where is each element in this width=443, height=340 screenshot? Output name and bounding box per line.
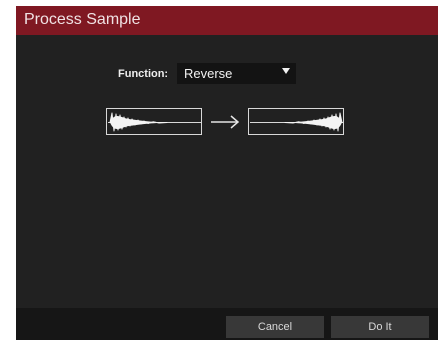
cancel-button[interactable]: Cancel <box>226 316 324 338</box>
function-select-value: Reverse <box>184 66 233 81</box>
process-sample-dialog: Process Sample Function: Reverse Cancel … <box>16 6 438 340</box>
function-select[interactable]: Reverse <box>177 63 296 84</box>
waveform-decay-icon <box>106 108 202 135</box>
dialog-title: Process Sample <box>24 11 141 28</box>
dialog-footer: Cancel Do It <box>16 308 438 340</box>
do-it-button[interactable]: Do It <box>331 316 429 338</box>
dialog-title-bar: Process Sample <box>16 6 438 35</box>
dropdown-caret-icon <box>282 68 290 74</box>
waveform-reversed-icon <box>248 108 344 135</box>
function-label: Function: <box>118 68 169 80</box>
right-arrow-icon <box>211 115 240 129</box>
